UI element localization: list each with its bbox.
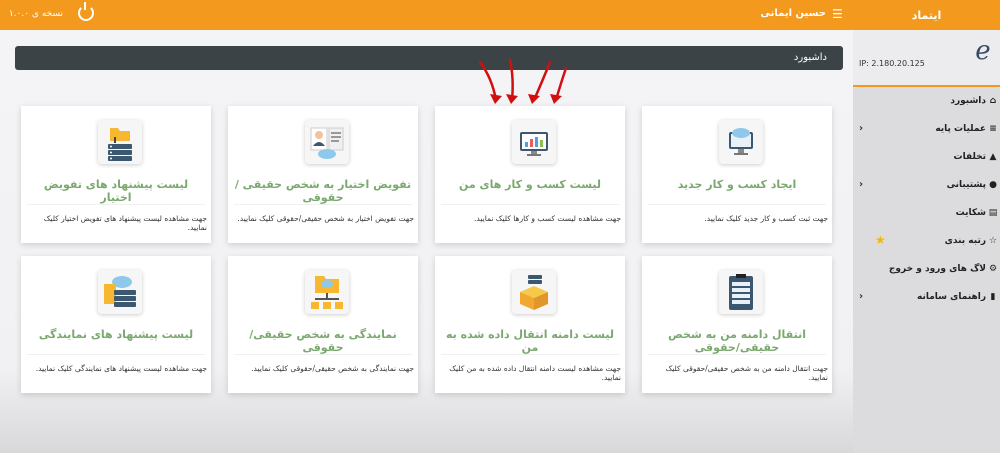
document-icon: ▤ — [988, 208, 998, 218]
chevron-left-icon: ‹ — [859, 123, 864, 134]
card-description: جهت مشاهده لیست پیشنهاد های تفویض اختیار… — [43, 214, 207, 232]
sidebar-item-login-logs[interactable]: ⚙ لاگ های ورود و خروج — [853, 255, 1000, 283]
card-title: لیست پیشنهاد های تفویض اختیار — [43, 178, 189, 204]
breadcrumb: داشبورد — [15, 46, 843, 70]
folder-network-icon — [305, 270, 349, 314]
card-title: تفویض اختیار به شخص حقیقی / حقوقی — [234, 178, 412, 204]
sidebar-item-label: رتبه بندی — [944, 236, 986, 246]
sidebar-item-support[interactable]: ● پشتیبانی ‹ — [853, 171, 1000, 199]
card-description: جهت تفویض اختیار به شخص حقیقی/حقوقی کلیک… — [237, 214, 414, 223]
chat-icon: ● — [989, 180, 997, 190]
folder-server-icon — [98, 120, 142, 164]
sidebar-item-label: عملیات پایه — [935, 124, 986, 134]
gear-icon: ⚙ — [988, 264, 998, 274]
card-title: لیست کسب و کار های من — [458, 178, 602, 191]
top-bar: ایتماد ☰ حسین ایمانی نسخه ی ۱.۰.۰ — [0, 0, 1000, 30]
book-icon: ▮ — [990, 292, 996, 302]
monitor-chart-icon — [512, 120, 556, 164]
card-delegation-offers-list[interactable]: لیست پیشنهاد های تفویض اختیار جهت مشاهده… — [21, 106, 211, 243]
ip-address: IP: 2.180.20.125 — [859, 59, 925, 68]
sidebar-item-complaint[interactable]: ▤ شکایت — [853, 199, 1000, 227]
sidebar-item-label: شکایت — [955, 208, 986, 218]
star-icon: ★ — [875, 233, 886, 247]
card-description: جهت ثبت کسب و کار جدید کلیک نمایید. — [704, 214, 828, 223]
card-delegate-authority[interactable]: تفویض اختیار به شخص حقیقی / حقوقی جهت تف… — [228, 106, 418, 243]
box-icon — [512, 270, 556, 314]
divider — [648, 204, 826, 205]
warning-icon: ▲ — [989, 152, 997, 162]
sidebar-item-label: راهنمای سامانه — [917, 292, 986, 302]
card-title: انتقال دامنه من به شخص حقیقی/حقوقی — [668, 328, 806, 354]
user-document-icon — [305, 120, 349, 164]
divider — [27, 354, 205, 355]
card-title: ایجاد کسب و کار جدید — [677, 178, 797, 191]
card-description: جهت مشاهده لیست کسب و کارها کلیک نمایید. — [474, 214, 621, 223]
sidebar-item-violations[interactable]: ▲ تخلفات — [853, 143, 1000, 171]
list-icon: ≡ — [989, 124, 997, 134]
divider — [234, 204, 412, 205]
sidebar-item-system-guide[interactable]: ▮ راهنمای سامانه ‹ — [853, 283, 1000, 311]
user-name: حسین ایمانی — [760, 8, 826, 19]
logo: e — [975, 36, 991, 66]
card-transfer-domain[interactable]: انتقال دامنه من به شخص حقیقی/حقوقی جهت ا… — [642, 256, 832, 393]
chevron-left-icon: ‹ — [859, 291, 864, 302]
brand-title: ایتماد — [911, 8, 942, 22]
divider — [234, 354, 412, 355]
card-transferred-domains-list[interactable]: لیست دامنه انتقال داده شده به من جهت مشا… — [435, 256, 625, 393]
menu-toggle-icon[interactable]: ☰ — [832, 7, 843, 21]
chevron-left-icon: ‹ — [859, 179, 864, 190]
card-description: جهت مشاهده لیست پیشنهاد های نمایندگی کلی… — [35, 364, 207, 373]
sidebar-item-dashboard[interactable]: ⌂ داشبورد — [853, 87, 1000, 115]
card-description: جهت نمایندگی به شخص حقیقی/حقوقی کلیک نما… — [251, 364, 414, 373]
divider — [441, 354, 619, 355]
clipboard-icon — [719, 270, 763, 314]
sidebar-item-label: پشتیبانی — [946, 180, 986, 190]
card-title: لیست پیشنهاد های نمایندگی — [38, 328, 194, 341]
sidebar-item-label: لاگ های ورود و خروج — [888, 264, 986, 274]
divider — [648, 354, 826, 355]
divider — [27, 204, 205, 205]
card-title: لیست دامنه انتقال داده شده به من — [446, 328, 614, 354]
sidebar: e IP: 2.180.20.125 ⌂ داشبورد ≡ عملیات پا… — [853, 30, 1000, 453]
sidebar-item-label: داشبورد — [950, 96, 986, 106]
monitor-cloud-icon — [719, 120, 763, 164]
card-description: جهت مشاهده لیست دامنه انتقال داده شده به… — [449, 364, 621, 382]
power-icon[interactable] — [78, 2, 94, 21]
sidebar-item-label: تخلفات — [953, 152, 986, 162]
home-icon: ⌂ — [989, 96, 997, 106]
divider — [441, 204, 619, 205]
card-representation-offers-list[interactable]: لیست پیشنهاد های نمایندگی جهت مشاهده لیس… — [21, 256, 211, 393]
card-create-business[interactable]: ایجاد کسب و کار جدید جهت ثبت کسب و کار ج… — [642, 106, 832, 243]
version-label: نسخه ی ۱.۰.۰ — [8, 9, 63, 19]
card-my-business-list[interactable]: لیست کسب و کار های من جهت مشاهده لیست کس… — [435, 106, 625, 243]
cloud-server-icon — [98, 270, 142, 314]
card-description: جهت انتقال دامنه من به شخص حقیقی/حقوقی ک… — [665, 364, 828, 382]
card-representation[interactable]: نمایندگی به شخص حقیقی/حقوقی جهت نمایندگی… — [228, 256, 418, 393]
card-title: نمایندگی به شخص حقیقی/حقوقی — [249, 328, 397, 354]
sidebar-item-basic-operations[interactable]: ≡ عملیات پایه ‹ — [853, 115, 1000, 143]
sidebar-header: e IP: 2.180.20.125 — [853, 30, 1000, 87]
star-outline-icon: ☆ — [988, 236, 998, 246]
annotation-arrows — [478, 58, 568, 104]
